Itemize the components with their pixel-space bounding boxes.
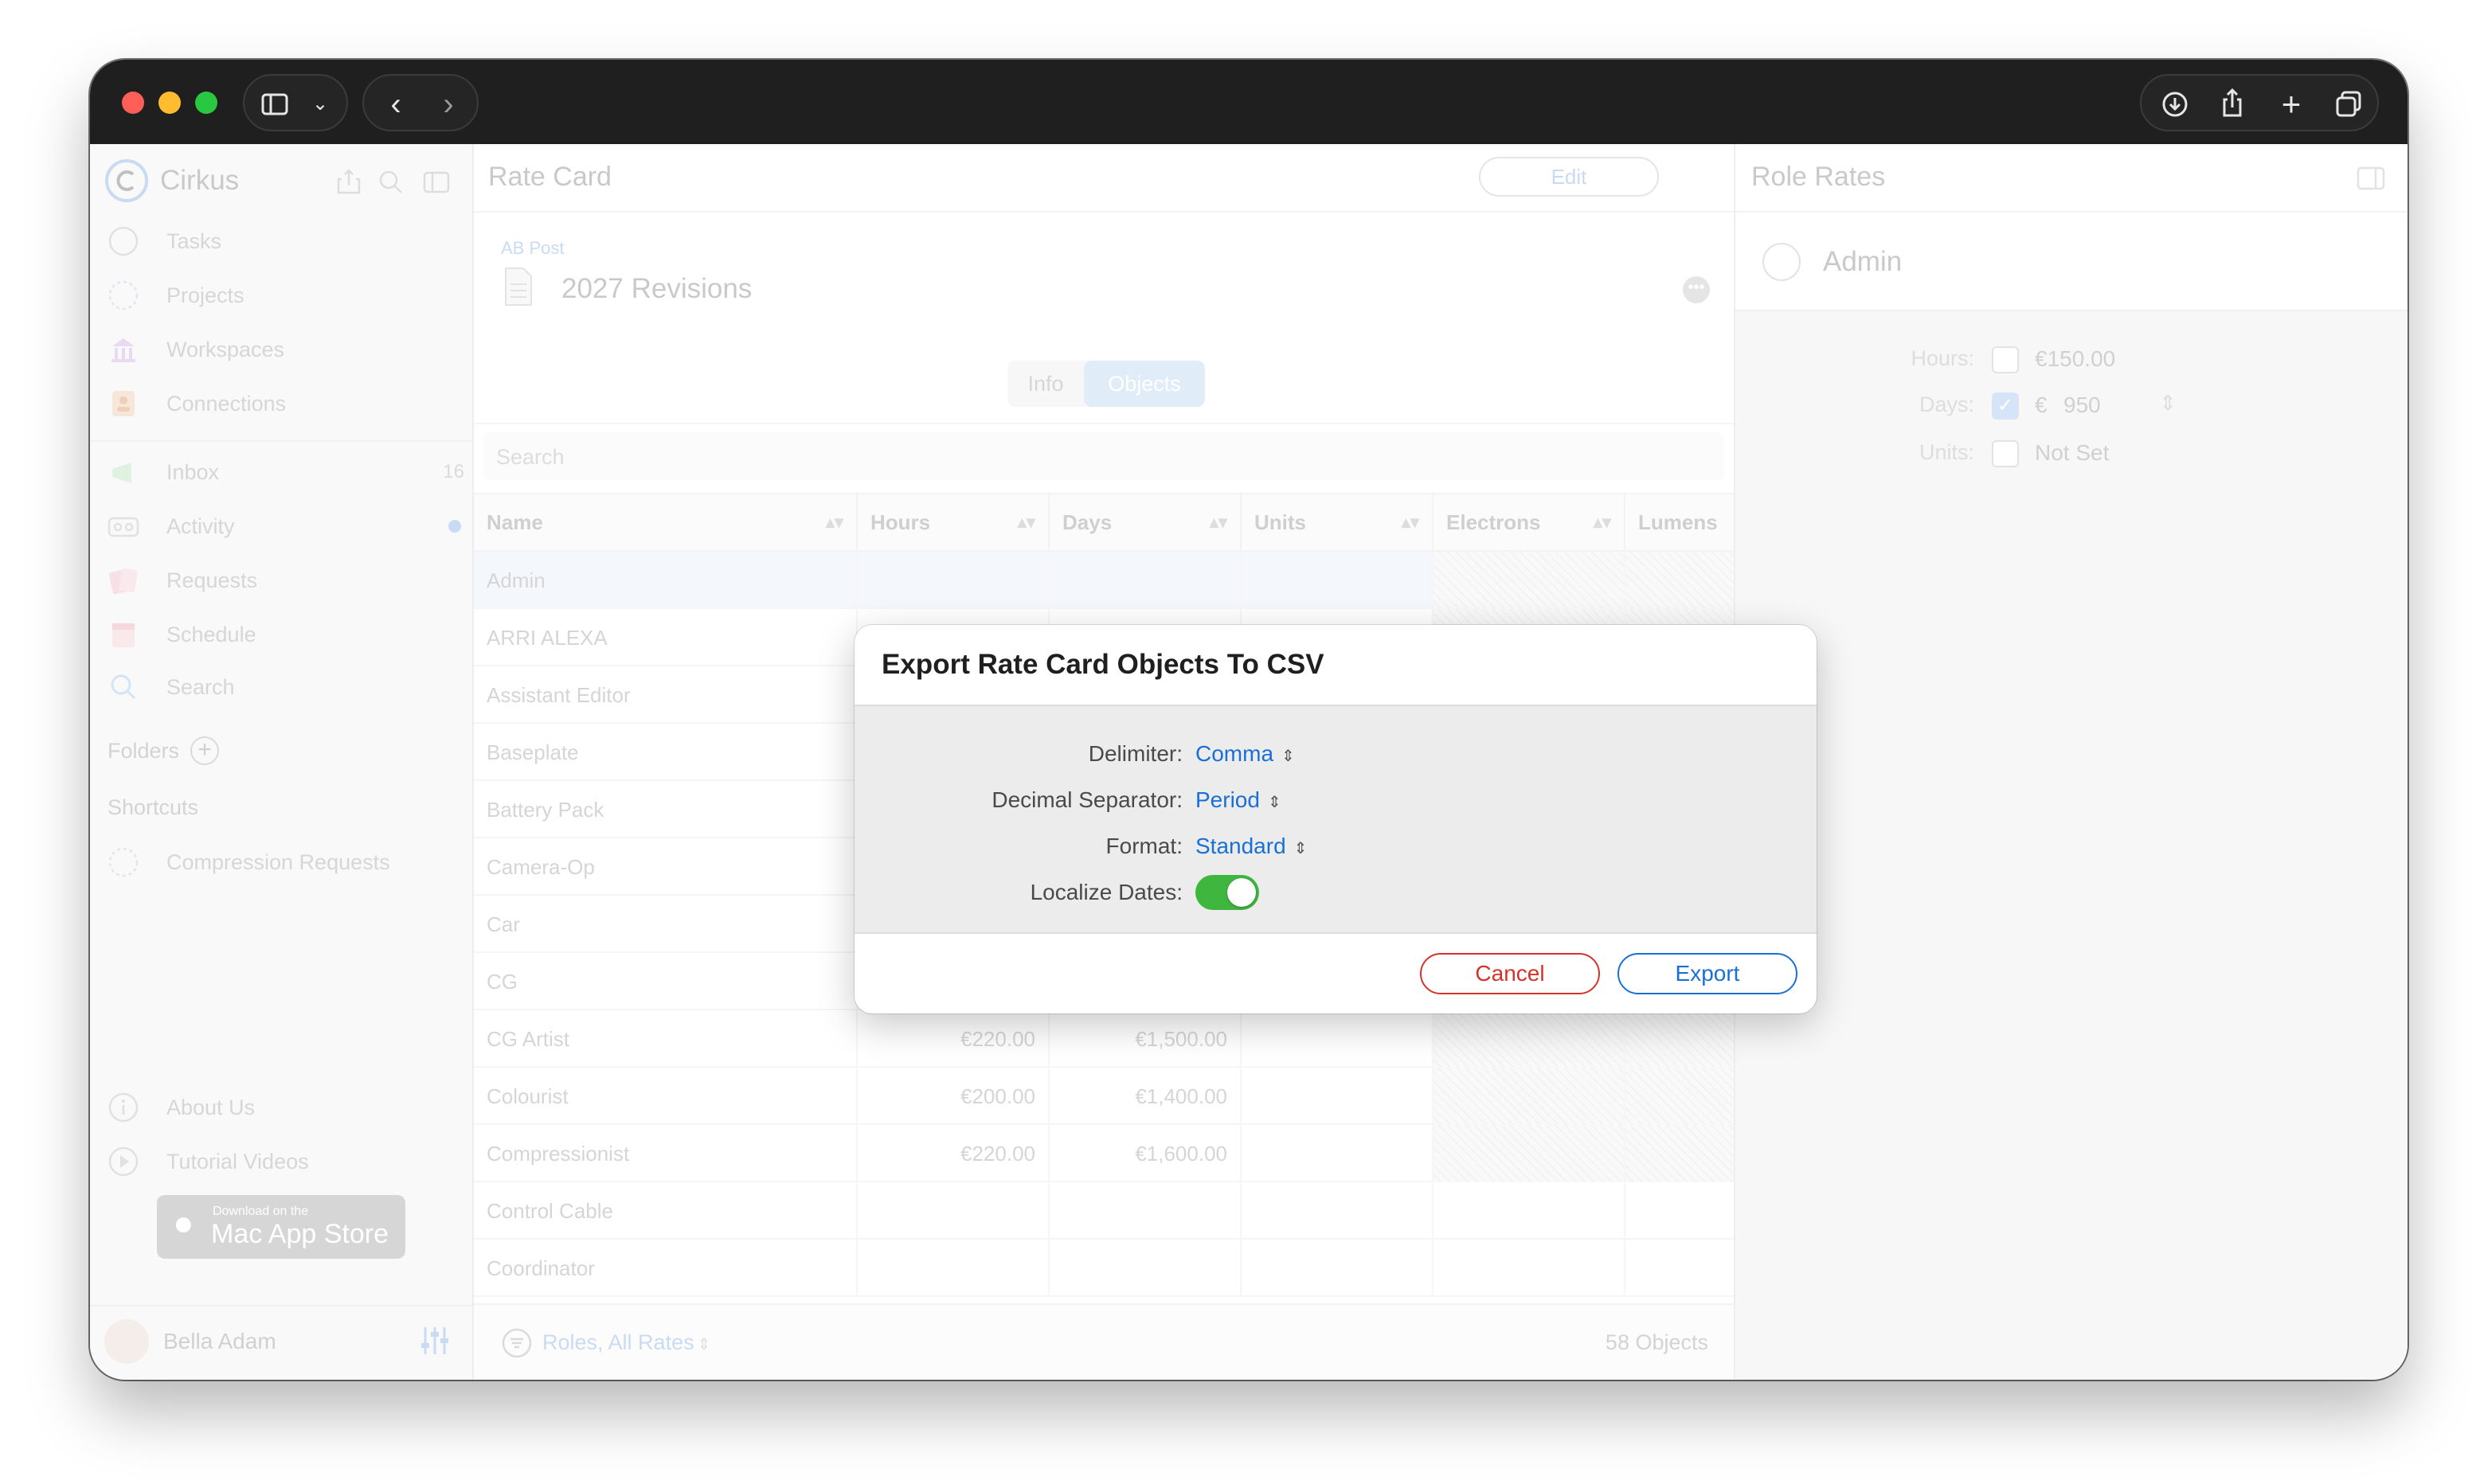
dialog-body: Delimiter: Comma ⇕ Decimal Separator: Per… — [855, 705, 1817, 934]
share-icon[interactable] — [2210, 76, 2255, 139]
chevron-down-icon: ⌄ — [311, 93, 329, 115]
new-tab-icon[interactable]: + — [2269, 76, 2314, 133]
chevron-updown-icon: ⇕ — [1293, 840, 1308, 857]
decimal-separator-label: Decimal Separator: — [992, 787, 1183, 812]
localize-dates-row: Localize Dates: — [855, 875, 1817, 910]
download-icon[interactable] — [2153, 76, 2197, 138]
back-icon[interactable]: ‹ — [372, 76, 420, 133]
decimal-separator-popup[interactable]: Period ⇕ — [1195, 783, 1281, 820]
history-nav-group: ‹ › — [362, 74, 479, 131]
toggle-knob — [1227, 878, 1256, 907]
tab-overview-icon[interactable] — [2326, 76, 2371, 138]
toolbar-actions-group: + — [2140, 74, 2379, 131]
export-button[interactable]: Export — [1617, 953, 1797, 994]
title-bar: ⌄ ‹ › + — [90, 60, 2407, 144]
format-value: Standard — [1195, 834, 1286, 858]
zoom-window-button[interactable] — [195, 92, 217, 114]
format-label: Format: — [1105, 834, 1183, 858]
localize-dates-toggle[interactable] — [1195, 875, 1259, 910]
sidebar-toggle-group[interactable]: ⌄ — [243, 74, 348, 131]
decimal-separator-row: Decimal Separator: Period ⇕ — [855, 783, 1817, 818]
delimiter-label: Delimiter: — [1088, 741, 1183, 766]
cancel-button[interactable]: Cancel — [1420, 953, 1600, 994]
export-csv-dialog: Export Rate Card Objects To CSV Delimite… — [855, 625, 1817, 1013]
forward-icon[interactable]: › — [424, 76, 472, 133]
minimize-window-button[interactable] — [158, 92, 181, 114]
app-window: ⌄ ‹ › + Cirkus Tasks Projects Workspaces… — [90, 60, 2407, 1380]
format-row: Format: Standard ⇕ — [855, 829, 1817, 864]
format-popup[interactable]: Standard ⇕ — [1195, 829, 1307, 866]
decimal-separator-value: Period — [1195, 787, 1260, 812]
chevron-updown-icon: ⇕ — [1267, 794, 1281, 811]
chevron-updown-icon: ⇕ — [1281, 748, 1295, 765]
delimiter-row: Delimiter: Comma ⇕ — [855, 736, 1817, 771]
sidebar-icon — [259, 76, 291, 135]
delimiter-popup[interactable]: Comma ⇕ — [1195, 736, 1295, 774]
delimiter-value: Comma — [1195, 741, 1274, 766]
close-window-button[interactable] — [122, 92, 144, 114]
localize-dates-label: Localize Dates: — [1030, 880, 1183, 904]
dialog-title: Export Rate Card Objects To CSV — [882, 649, 1324, 680]
